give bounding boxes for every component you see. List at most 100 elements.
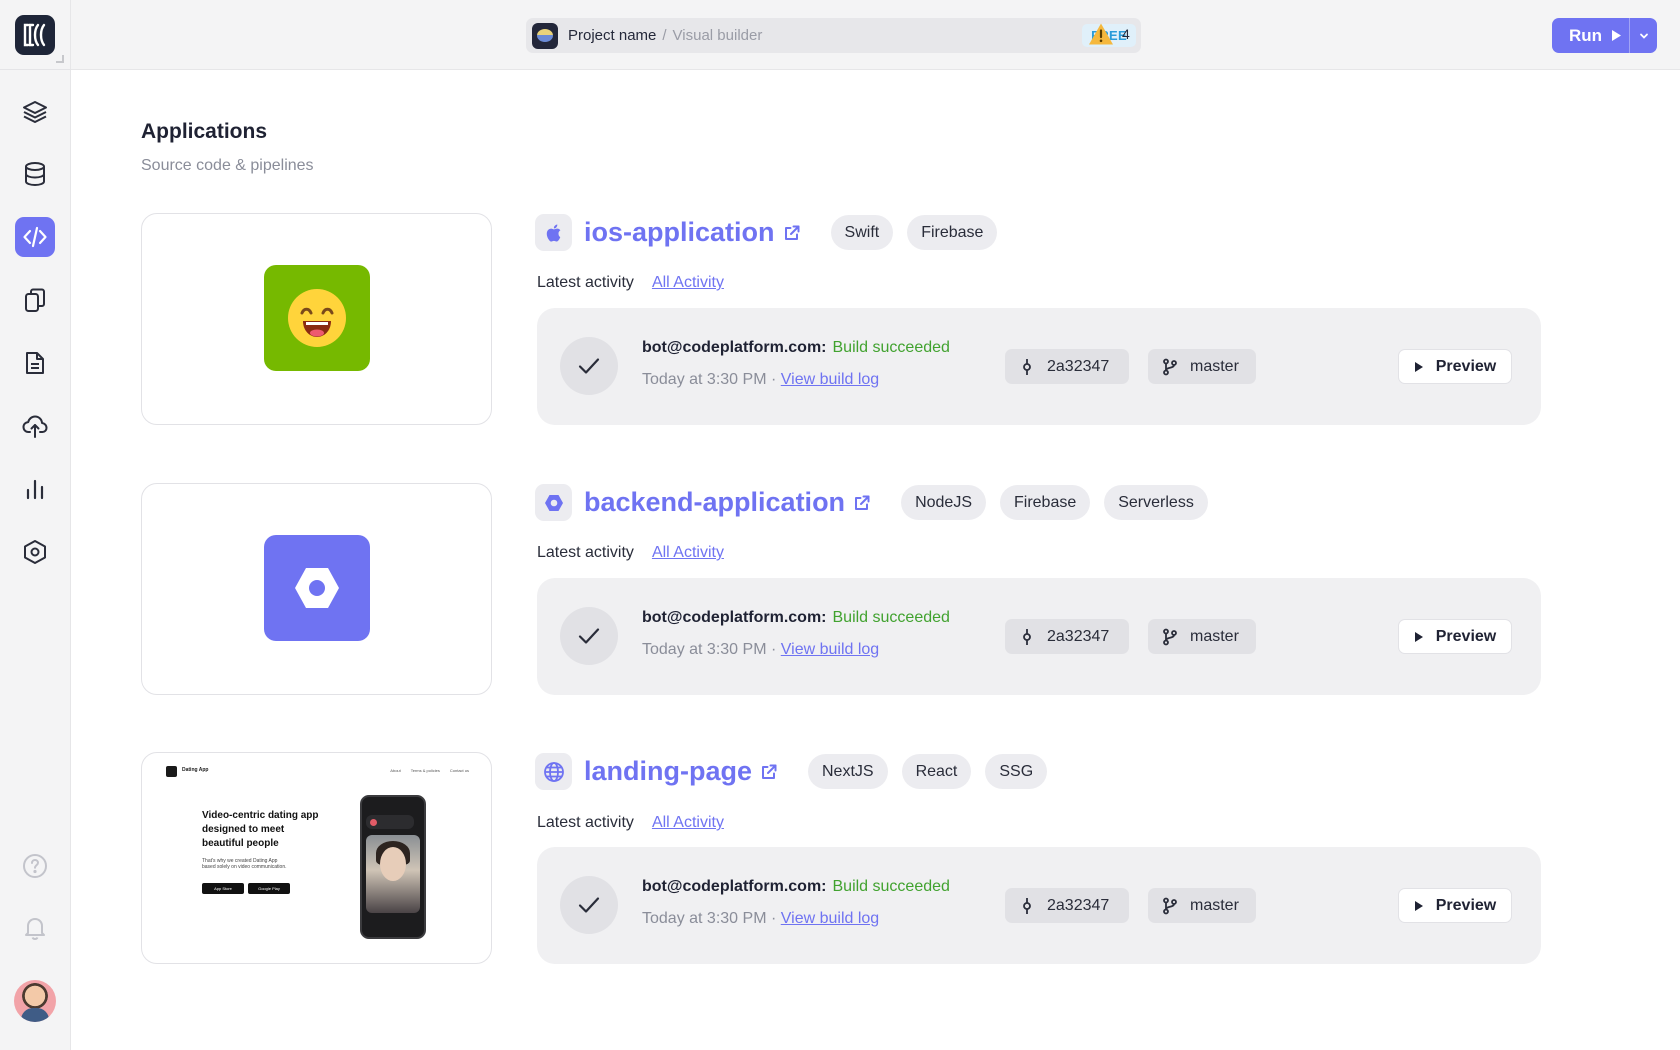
commit-hash: 2a32347 — [1047, 357, 1110, 375]
run-button[interactable]: Run — [1552, 18, 1657, 53]
latest-activity-label: Latest activity — [537, 544, 634, 561]
preview-button[interactable]: Preview — [1398, 349, 1512, 384]
activity-meta: Today at 3:30 PM · View build log — [642, 641, 879, 659]
sidebar-item-database[interactable] — [15, 154, 55, 194]
tech-tag: Firebase — [907, 215, 998, 250]
tech-tag: Serverless — [1104, 485, 1208, 520]
preview-label: Preview — [1435, 896, 1497, 914]
activity-status: Build succeeded — [832, 609, 950, 626]
app-thumbnail-backend[interactable] — [141, 483, 492, 695]
bar-chart-icon — [26, 479, 44, 500]
landing-logo — [166, 766, 177, 777]
apple-icon — [546, 224, 560, 242]
branch-chip[interactable]: master — [1148, 888, 1256, 923]
view-build-log-link[interactable]: View build log — [781, 371, 879, 388]
preview-button[interactable]: Preview — [1398, 619, 1512, 654]
app-icon-ios — [264, 265, 370, 371]
bell-icon — [25, 918, 45, 940]
app-thumbnail-landing[interactable]: Dating App About Terms & policies Contac… — [141, 752, 492, 964]
activity-status: Build succeeded — [832, 339, 950, 356]
view-build-log-link[interactable]: View build log — [781, 910, 879, 927]
cloud-upload-icon — [22, 415, 48, 438]
activity-time: Today at 3:30 PM — [642, 910, 767, 927]
branch-chip[interactable]: master — [1148, 619, 1256, 654]
app-header-backend: backend-application NodeJS Firebase Serv… — [535, 484, 1222, 521]
git-branch-icon — [1163, 628, 1177, 645]
commit-chip[interactable]: 2a32347 — [1005, 619, 1129, 654]
avatar[interactable] — [14, 980, 56, 1022]
landing-brand: Dating App — [182, 767, 209, 773]
play-icon — [1612, 30, 1622, 41]
project-selector[interactable]: Project name / Visual builder FREE — [526, 18, 1141, 53]
all-activity-link[interactable]: All Activity — [652, 544, 724, 562]
build-status-indicator — [560, 876, 618, 934]
meta-dot: · — [770, 641, 777, 658]
notifications-button[interactable] — [15, 908, 55, 948]
commit-chip[interactable]: 2a32347 — [1005, 349, 1129, 384]
preview-button[interactable]: Preview — [1398, 888, 1512, 923]
sidebar-item-screens[interactable] — [15, 280, 55, 320]
code-icon — [23, 226, 47, 248]
all-activity-link[interactable]: All Activity — [652, 814, 724, 832]
app-header-ios: ios-application Swift Firebase — [535, 214, 1011, 251]
commit-hash: 2a32347 — [1047, 896, 1110, 914]
brackets-logo-icon — [23, 23, 46, 47]
sidebar-item-layers[interactable] — [15, 92, 55, 132]
latest-activity-row: Latest activity All Activity — [537, 274, 724, 292]
tech-tag: NextJS — [808, 754, 888, 789]
external-link-icon[interactable] — [783, 224, 801, 242]
git-branch-icon — [1163, 358, 1177, 375]
activity-card: bot@codeplatform.com: Build succeeded Tod… — [537, 847, 1541, 964]
app-name-link[interactable]: backend-application — [584, 487, 845, 518]
app-logo[interactable] — [15, 15, 55, 55]
chevron-down-icon — [1639, 33, 1648, 39]
check-icon — [578, 358, 600, 374]
latest-activity-label: Latest activity — [537, 274, 634, 291]
sidebar-item-analytics[interactable] — [15, 469, 55, 509]
view-build-log-link[interactable]: View build log — [781, 641, 879, 658]
branch-name: master — [1190, 627, 1239, 645]
landing-body: That's why we created Dating App based s… — [202, 858, 287, 870]
sidebar-item-settings[interactable] — [15, 532, 55, 572]
app-type-badge — [535, 214, 572, 251]
all-activity-link[interactable]: All Activity — [652, 274, 724, 292]
external-link-icon[interactable] — [853, 494, 871, 512]
sidebar-item-code[interactable] — [15, 217, 55, 257]
copy-icon — [25, 288, 45, 312]
database-icon — [25, 162, 45, 187]
run-options-button[interactable] — [1630, 18, 1657, 53]
sidebar-item-documents[interactable] — [15, 343, 55, 383]
activity-status: Build succeeded — [832, 878, 950, 895]
commit-chip[interactable]: 2a32347 — [1005, 888, 1129, 923]
app-name-link[interactable]: landing-page — [584, 756, 752, 787]
app-thumbnail-ios[interactable] — [141, 213, 492, 425]
activity-summary: bot@codeplatform.com: Build succeeded — [642, 609, 950, 627]
commit-icon — [1023, 358, 1031, 375]
run-label: Run — [1569, 25, 1603, 45]
activity-summary: bot@codeplatform.com: Build succeeded — [642, 878, 950, 896]
external-link-icon[interactable] — [760, 763, 778, 781]
app-name-link[interactable]: ios-application — [584, 217, 775, 248]
landing-nav: About Terms & policies Contact us — [390, 768, 469, 773]
activity-card: bot@codeplatform.com: Build succeeded Tod… — [537, 308, 1541, 425]
sidebar-item-deploy[interactable] — [15, 406, 55, 446]
warning-icon — [1089, 23, 1113, 45]
branch-chip[interactable]: master — [1148, 349, 1256, 384]
play-icon — [1414, 900, 1423, 911]
activity-time: Today at 3:30 PM — [642, 371, 767, 388]
app-type-badge — [535, 753, 572, 790]
hexagon-icon — [544, 494, 563, 511]
activity-time: Today at 3:30 PM — [642, 641, 767, 658]
page-title: Applications — [141, 120, 268, 143]
commit-hash: 2a32347 — [1047, 627, 1110, 645]
app-icon-backend — [264, 535, 370, 641]
build-status-indicator — [560, 607, 618, 665]
google-play-badge: Google Play — [248, 883, 290, 894]
warnings-indicator[interactable]: 4 — [1088, 22, 1130, 46]
globe-icon — [543, 761, 564, 782]
sidebar-divider — [0, 69, 71, 70]
document-icon — [26, 352, 44, 374]
app-type-badge — [535, 484, 572, 521]
help-button[interactable] — [15, 846, 55, 886]
commit-icon — [1023, 628, 1031, 645]
